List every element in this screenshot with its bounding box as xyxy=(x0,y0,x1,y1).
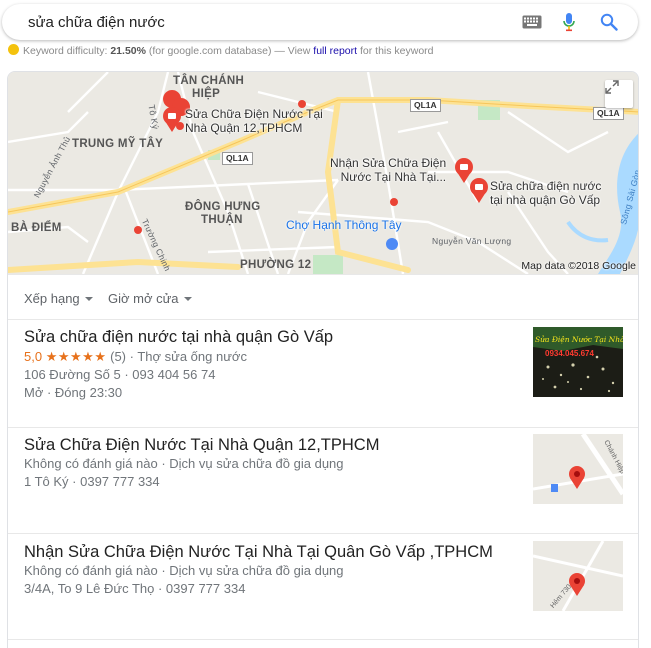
result-address: 1 Tô Ký · 0397 777 334 xyxy=(24,474,160,489)
label-line: tại nhà quận Gò Vấp xyxy=(490,193,601,207)
map-area-label: PHƯỜNG 12 xyxy=(240,259,312,271)
map-area-label: THUẬN xyxy=(201,214,243,226)
street-label: Nguyễn Văn Lượng xyxy=(432,236,512,246)
map-area-label: HIỆP xyxy=(192,88,221,100)
map-credit: Map data ©2018 Google xyxy=(521,260,636,272)
semrush-icon xyxy=(8,44,19,55)
map-area-label: TRUNG MỸ TÂY xyxy=(72,138,164,150)
poi-label[interactable]: Chợ Hạnh Thông Tây xyxy=(286,218,402,232)
filter-bar: Xếp hạng Giờ mở cửa xyxy=(8,274,638,320)
map-roads xyxy=(8,72,638,274)
local-result[interactable]: Nhận Sửa Chữa Điện Nước Tại Nhà Tại Quân… xyxy=(8,534,638,640)
map-business-label[interactable]: Sửa chữa điện nước tại nhà quận Gò Vấp xyxy=(490,179,601,207)
label-line: Nước Tại Nhà Tại... xyxy=(340,170,447,184)
filter-label: Xếp hạng xyxy=(24,291,80,306)
result-hours: Mở · Đóng 23:30 xyxy=(24,385,123,400)
rating-filter-button[interactable]: Xếp hạng xyxy=(24,291,93,306)
chevron-down-icon xyxy=(183,296,192,301)
map-business-label[interactable]: Sửa Chữa Điện Nước Tại Nhà Quận 12,TPHCM xyxy=(185,107,323,135)
kd-prefix: Keyword difficulty: xyxy=(23,45,111,57)
label-line: Nhận Sửa Chữa Điện xyxy=(330,156,447,170)
keyword-difficulty-bar: Keyword difficulty: 21.50% (for google.c… xyxy=(8,44,434,57)
full-report-link[interactable]: full report xyxy=(313,45,357,57)
kd-middle: (for google.com database) — View xyxy=(145,45,314,57)
result-meta: Không có đánh giá nào · Dịch vụ sửa chữa… xyxy=(24,456,344,471)
map-area-label: ĐÔNG HƯNG xyxy=(185,201,261,213)
result-title[interactable]: Sửa chữa điện nước tại nhà quận Gò Vấp xyxy=(24,328,333,347)
result-map-thumbnail[interactable]: Hẻm 730 xyxy=(533,541,623,611)
road-shield: QL1A xyxy=(222,152,253,165)
search-input[interactable] xyxy=(28,12,498,32)
result-address: 106 Đường Số 5 · 093 404 56 74 xyxy=(24,367,216,382)
chevron-down-icon xyxy=(84,296,93,301)
local-result[interactable]: Sửa chữa điện nước tại nhà quận Gò Vấp 5… xyxy=(8,320,638,428)
rating-value: 5,0 xyxy=(24,349,43,364)
keyboard-icon[interactable] xyxy=(522,12,542,32)
thumb-phone: 0934.045.674 xyxy=(545,349,594,358)
result-meta: Không có đánh giá nào · Dịch vụ sửa chữa… xyxy=(24,563,344,578)
kd-suffix: for this keyword xyxy=(357,45,434,57)
expand-map-button[interactable] xyxy=(605,80,633,108)
map-area-label: TÂN CHÁNH xyxy=(173,75,245,87)
result-title[interactable]: Nhận Sửa Chữa Điện Nước Tại Nhà Tại Quân… xyxy=(24,543,493,562)
local-pack-panel: TÂN CHÁNH HIỆP TRUNG MỸ TÂY ĐÔNG HƯNG TH… xyxy=(7,71,639,648)
search-bar[interactable] xyxy=(2,4,638,40)
microphone-icon[interactable] xyxy=(559,12,579,32)
review-count: (5) xyxy=(110,349,126,364)
label-line: Sửa Chữa Điện Nước Tại xyxy=(185,107,323,121)
kd-value: 21.50% xyxy=(110,45,146,57)
poi-marker xyxy=(386,238,398,250)
filter-label: Giờ mở cửa xyxy=(108,291,179,306)
result-thumbnail[interactable]: Sửa Điện Nước Tại Nhà 0934.045.674 xyxy=(533,327,623,397)
map-business-label[interactable]: Nhận Sửa Chữa Điện Nước Tại Nhà Tại... xyxy=(330,156,446,184)
road-shield: QL1A xyxy=(410,99,441,112)
road-shield: QL1A xyxy=(593,107,624,120)
result-map-thumbnail[interactable]: Chánh Hiệp 36 xyxy=(533,434,623,504)
label-line: Sửa chữa điện nước xyxy=(490,179,602,193)
result-title[interactable]: Sửa Chữa Điện Nước Tại Nhà Quận 12,TPHCM xyxy=(24,436,379,455)
label-line: Nhà Quận 12,TPHCM xyxy=(185,121,303,135)
star-icon: ★★★★★ xyxy=(45,349,107,364)
search-icon[interactable] xyxy=(599,12,619,32)
hours-filter-button[interactable]: Giờ mở cửa xyxy=(108,291,192,306)
local-result[interactable]: Sửa Chữa Điện Nước Tại Nhà Quận 12,TPHCM… xyxy=(8,428,638,534)
result-rating-line: 5,0 ★★★★★ (5) · Thợ sửa ống nước xyxy=(24,349,247,364)
result-address: 3/4A, To 9 Lê Đức Thọ · 0397 777 334 xyxy=(24,581,246,596)
expand-icon xyxy=(605,80,619,94)
map[interactable]: TÂN CHÁNH HIỆP TRUNG MỸ TÂY ĐÔNG HƯNG TH… xyxy=(8,72,638,274)
result-category: Thợ sửa ống nước xyxy=(137,349,247,364)
map-area-label: BÀ ĐIỂM xyxy=(11,222,62,234)
thumb-caption: Sửa Điện Nước Tại Nhà xyxy=(535,335,623,344)
